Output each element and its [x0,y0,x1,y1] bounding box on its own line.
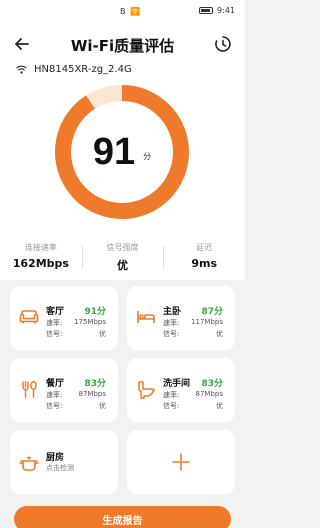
page-title: Wi-Fi质量评估 [70,37,175,55]
stat-value: 9ms [191,257,218,270]
room-name: 客厅 [46,307,65,317]
stat-value: 优 [117,259,128,272]
generate-report-button[interactable]: 生成报告 [14,506,231,528]
signal-row: 信号: 优 [46,329,106,339]
rate-row: 速率: 87Mbps [46,390,106,400]
header: Wi-Fi质量评估 [0,30,245,58]
stat-signal-strength: 信号强度 优 [81,242,164,274]
rate-label: 速率: [163,391,180,399]
room-card-dining-room[interactable]: 餐厅 83分 速率: 87Mbps 信号: 优 [10,358,118,422]
rate-row: 速率: 117Mbps [163,318,223,328]
stat-connection-rate: 连接速率 162Mbps [0,242,82,274]
detect-prompt: 点击检测 [46,464,74,472]
plus-icon [172,453,190,471]
signal-label: 信号: [46,330,63,338]
rate-value: 87Mbps [78,390,106,398]
bed-icon [137,311,155,323]
rate-row: 速率: 175Mbps [46,318,106,328]
signal-label: 信号: [163,330,180,338]
room-score: 83分 [84,379,106,389]
status-icons: B 🛜 [120,7,141,16]
room-name: 洗手间 [163,379,191,389]
signal-label: 信号: [163,402,180,410]
stat-label: 延迟 [196,243,213,252]
stat-latency: 延迟 9ms [163,242,245,274]
status-right: 9:41 [199,6,235,15]
rate-label: 速率: [46,319,63,327]
score-value: 91 [92,130,136,173]
toilet-icon [138,381,155,399]
network-info: HN8145XR-zg_2.4G [16,64,132,75]
add-room-card[interactable] [127,430,235,494]
room-card-bathroom[interactable]: 洗手间 83分 速率: 87Mbps 信号: 优 [127,358,235,422]
ssid-label: HN8145XR-zg_2.4G [34,64,132,75]
room-card-master-bedroom[interactable]: 主卧 87分 速率: 117Mbps 信号: 优 [127,286,235,350]
signal-label: 信号: [46,402,63,410]
pot-icon [19,456,39,471]
room-name: 主卧 [163,307,182,317]
signal-row: 信号: 优 [46,401,106,411]
room-score: 83分 [201,379,223,389]
room-card-kitchen[interactable]: 厨房 点击检测 [10,430,118,494]
room-score: 87分 [201,307,223,317]
stat-value: 162Mbps [12,257,69,270]
rate-label: 速率: [46,391,63,399]
battery-icon [199,7,214,14]
status-bar: B 🛜 9:41 [0,0,245,24]
stat-label: 信号强度 [106,243,139,252]
signal-row: 信号: 优 [163,401,223,411]
rate-label: 速率: [163,319,180,327]
history-icon[interactable] [213,34,233,54]
rate-value: 87Mbps [195,390,223,398]
signal-row: 信号: 优 [163,329,223,339]
rate-value: 117Mbps [191,318,223,326]
score-unit: 分 [143,151,152,161]
signal-value: 优 [99,330,106,338]
signal-value: 优 [99,402,106,410]
stats-row: 连接速率 162Mbps 信号强度 优 延迟 9ms [0,242,245,274]
signal-value: 优 [216,330,223,338]
room-name: 厨房 [46,453,65,463]
rate-row: 速率: 87Mbps [163,390,223,400]
fork-spoon-icon [22,380,37,398]
sofa-icon [19,310,39,324]
room-card-living-room[interactable]: 客厅 91分 速率: 175Mbps 信号: 优 [10,286,118,350]
status-time: 9:41 [217,6,235,15]
rate-value: 175Mbps [74,318,106,326]
room-name: 餐厅 [46,379,65,389]
signal-value: 优 [216,402,223,410]
stat-label: 连接速率 [24,243,57,252]
room-score: 91分 [84,307,106,317]
wifi-icon [16,65,27,74]
score-display: 91 分 [54,84,190,220]
